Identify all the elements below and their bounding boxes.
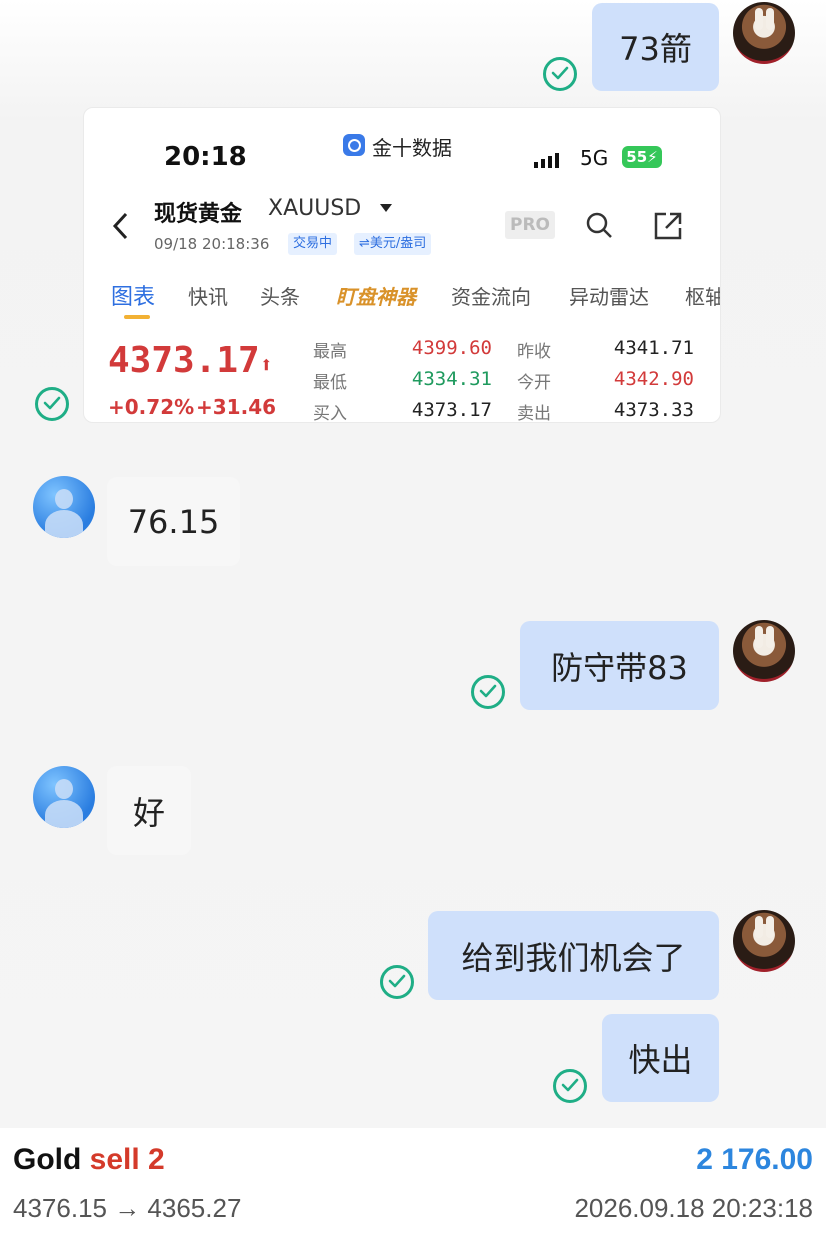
contact-avatar[interactable] bbox=[33, 476, 95, 538]
pro-badge[interactable]: PRO bbox=[505, 211, 555, 239]
pro-label: PRO bbox=[509, 215, 550, 235]
sell-value: 4373.33 bbox=[613, 399, 694, 421]
low-label: 最低 bbox=[313, 373, 347, 393]
current-price-value: 4373.17 bbox=[108, 340, 260, 381]
signal-icon bbox=[534, 152, 560, 168]
instrument-name: 现货黄金 bbox=[154, 202, 243, 227]
instrument-symbol[interactable]: XAUUSD bbox=[268, 196, 361, 221]
high-label: 最高 bbox=[313, 342, 347, 362]
low-value: 4334.31 bbox=[411, 368, 492, 390]
sent-check-icon bbox=[553, 1069, 587, 1103]
contact-avatar[interactable] bbox=[33, 766, 95, 828]
message-text: 给到我们机会了 bbox=[461, 938, 686, 977]
network-label: 5G bbox=[580, 146, 609, 170]
quote-datetime: 09/18 20:18:36 bbox=[154, 235, 270, 253]
tab-watch-tool[interactable]: 盯盘神器 bbox=[336, 281, 416, 310]
tab-fund-flow[interactable]: 资金流向 bbox=[451, 281, 531, 310]
trading-status-tag: 交易中 bbox=[288, 233, 338, 255]
message-text: 防守带83 bbox=[551, 648, 688, 687]
price-up-arrow-icon: ⬆ bbox=[259, 353, 273, 378]
app-name: 金十数据 bbox=[372, 136, 452, 160]
message-bubble-incoming[interactable]: 76.15 bbox=[107, 477, 240, 566]
sent-check-icon bbox=[380, 965, 414, 999]
currency-tag[interactable]: ⇌美元/盎司 bbox=[354, 233, 432, 255]
sent-check-icon bbox=[543, 57, 577, 91]
message-bubble-outgoing[interactable]: 给到我们机会了 bbox=[428, 911, 719, 1000]
my-avatar[interactable] bbox=[733, 2, 795, 64]
message-text: 73箭 bbox=[619, 30, 692, 68]
status-time: 20:18 bbox=[164, 142, 247, 172]
tab-news[interactable]: 快讯 bbox=[188, 281, 228, 310]
tab-chart[interactable]: 图表 bbox=[111, 279, 155, 311]
sent-check-icon bbox=[471, 675, 505, 709]
trade-amount: 2 176.00 bbox=[696, 1143, 813, 1176]
battery-icon: 55⚡ bbox=[622, 146, 662, 168]
prev-close-label: 昨收 bbox=[517, 342, 551, 362]
open-value: 4342.90 bbox=[613, 368, 694, 390]
app-logo-icon bbox=[343, 134, 365, 156]
trade-title: Gold sell 2 bbox=[13, 1143, 165, 1177]
message-bubble-outgoing[interactable]: 快出 bbox=[602, 1014, 719, 1102]
tab-pivot[interactable]: 枢轴 bbox=[685, 281, 720, 310]
trade-instrument: Gold bbox=[13, 1143, 82, 1176]
back-chevron-icon[interactable] bbox=[111, 211, 131, 241]
message-bubble-outgoing[interactable]: 73箭 bbox=[592, 3, 719, 91]
buy-label: 买入 bbox=[313, 404, 347, 423]
message-text: 76.15 bbox=[127, 502, 220, 541]
trade-timestamp: 2026.09.18 20:23:18 bbox=[574, 1193, 813, 1223]
search-icon[interactable] bbox=[584, 210, 614, 240]
sent-check-icon bbox=[35, 387, 69, 421]
message-text: 快出 bbox=[628, 1041, 693, 1079]
my-avatar[interactable] bbox=[733, 910, 795, 972]
tab-anomaly-radar[interactable]: 异动雷达 bbox=[569, 281, 649, 310]
tab-headlines[interactable]: 头条 bbox=[260, 281, 300, 310]
share-icon[interactable] bbox=[652, 210, 684, 242]
sell-label: 卖出 bbox=[517, 404, 551, 423]
trade-price-range: 4376.15 → 4365.27 bbox=[13, 1193, 242, 1223]
shared-screenshot-image[interactable]: 20:18 金十数据 5G 55⚡ 现货黄金 XAUUSD 09/18 20:1… bbox=[83, 107, 721, 423]
open-label: 今开 bbox=[517, 373, 551, 393]
active-tab-indicator bbox=[124, 315, 150, 319]
battery-level: 55 bbox=[626, 148, 648, 166]
my-avatar[interactable] bbox=[733, 620, 795, 682]
change-absolute: +31.46 bbox=[196, 395, 277, 419]
symbol-dropdown-icon[interactable] bbox=[380, 204, 392, 212]
high-value: 4399.60 bbox=[411, 337, 492, 359]
prev-close-value: 4341.71 bbox=[613, 337, 694, 359]
message-bubble-outgoing[interactable]: 防守带83 bbox=[520, 621, 719, 710]
change-percent: +0.72% bbox=[108, 395, 195, 419]
message-bubble-incoming[interactable]: 好 bbox=[107, 766, 191, 855]
buy-value: 4373.17 bbox=[411, 399, 492, 421]
current-price: 4373.17⬆ bbox=[108, 340, 273, 381]
trade-action: sell 2 bbox=[89, 1143, 165, 1176]
message-text: 好 bbox=[132, 793, 165, 832]
